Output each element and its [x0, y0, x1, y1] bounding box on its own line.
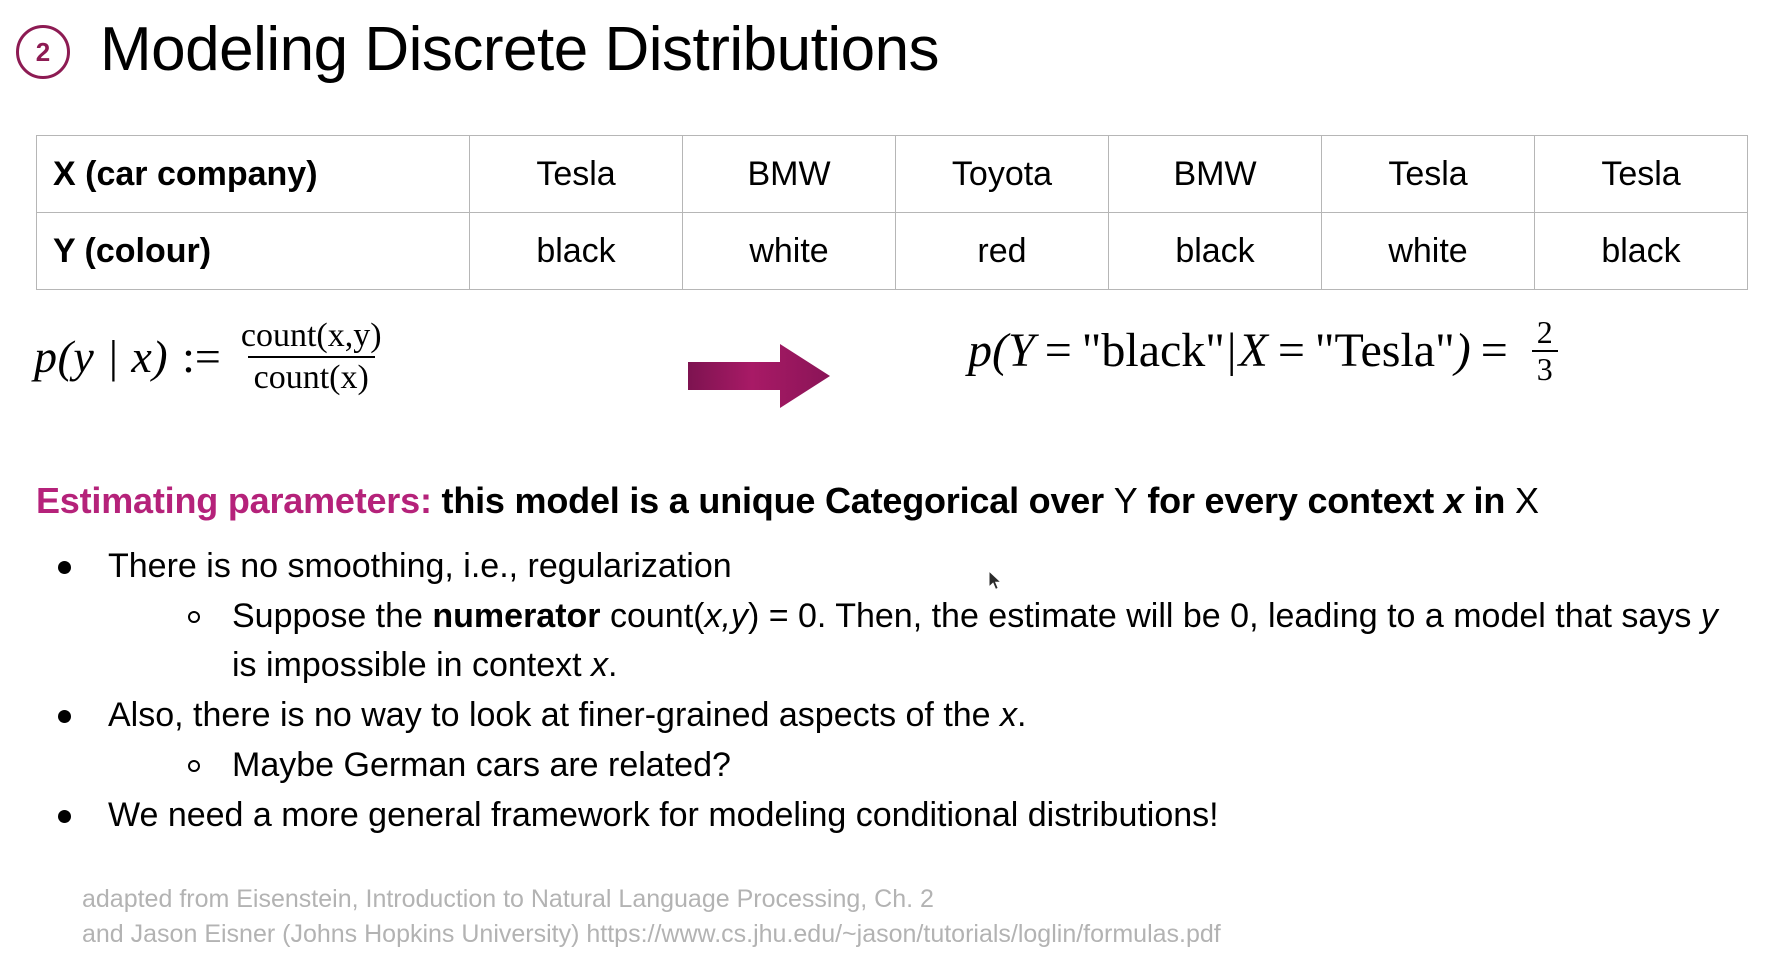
table-cell: white	[682, 212, 896, 290]
slide-number-badge: 2	[16, 25, 70, 79]
formula-value-y: "black"	[1081, 324, 1225, 378]
list-item: Suppose the numerator count(x,y) = 0. Th…	[36, 592, 1736, 689]
definition-formula: p(y | x) := count(x,y) count(x)	[34, 318, 388, 395]
attribution-line-1: adapted from Eisenstein, Introduction to…	[82, 885, 934, 913]
list-item-text: Maybe German cars are related?	[232, 746, 731, 784]
hollow-bullet-icon	[188, 611, 200, 624]
text-segment-italic: x	[1000, 695, 1018, 734]
list-item-text: Suppose the numerator count(x,y) = 0. Th…	[232, 597, 1718, 683]
list-item-text: Also, there is no way to look at finer-g…	[108, 696, 1027, 734]
text-segment-italic: x	[591, 645, 609, 684]
formula-row: p(y | x) := count(x,y) count(x) p(Y = "…	[0, 316, 1770, 438]
list-item: We need a more general framework for mod…	[36, 791, 1736, 839]
estimating-var-x-italic: x	[1443, 480, 1464, 521]
text-segment: There is no smoothing, i.e., regularizat…	[108, 547, 732, 585]
text-segment-italic: x,y	[704, 597, 748, 636]
instantiated-formula: p( Y = "black" | X = "Tesla" ) = 2 3	[968, 316, 1558, 385]
table-cell: Tesla	[1321, 135, 1535, 213]
count-fraction: count(x,y) count(x)	[235, 318, 388, 395]
attribution-footer: adapted from Eisenstein, Introduction to…	[82, 882, 1221, 951]
table-cell: black	[1534, 212, 1748, 290]
hollow-bullet-icon	[188, 760, 200, 773]
table-cell: red	[895, 212, 1109, 290]
result-fraction: 2 3	[1531, 314, 1558, 386]
list-item-text: We need a more general framework for mod…	[108, 796, 1219, 834]
estimating-part-1: this model is a unique Categorical over	[441, 480, 1105, 521]
text-segment: We need a more general framework for mod…	[108, 796, 1219, 835]
slide-header: 2 Modeling Discrete Distributions	[0, 0, 1770, 100]
bullet-list: There is no smoothing, i.e., regularizat…	[36, 542, 1736, 842]
text-segment: Also, there is no way to look at finer-g…	[108, 695, 1001, 734]
table-row: Y (colour) black white red black white b…	[36, 212, 1748, 290]
text-segment: is impossible in context	[232, 645, 592, 684]
table-cell: white	[1321, 212, 1535, 290]
table-cell: Tesla	[469, 135, 683, 213]
result-denominator: 3	[1531, 349, 1558, 386]
text-segment: Suppose the	[232, 597, 433, 636]
table-body: X (car company) Tesla BMW Toyota BMW Tes…	[36, 135, 1748, 290]
estimating-var-x: X	[1514, 480, 1539, 521]
slide-canvas: 2 Modeling Discrete Distributions X (car…	[0, 0, 1770, 958]
fraction-numerator: count(x,y)	[240, 317, 382, 354]
estimating-parameters-line: Estimating parameters: this model is a u…	[36, 480, 1539, 522]
row-header-y: Y (colour)	[36, 212, 470, 290]
text-segment: .	[608, 645, 618, 684]
formula-equals-1: =	[1044, 324, 1072, 378]
text-segment-bold: numerator	[432, 597, 601, 636]
table-cell: Tesla	[1534, 135, 1748, 213]
attribution-line-2: and Jason Eisner (Johns Hopkins Universi…	[82, 919, 1221, 948]
formula-value-x: "Tesla"	[1314, 324, 1455, 378]
formula-p: p(	[968, 324, 1008, 378]
estimating-part-2: for every context	[1147, 480, 1435, 521]
slide-number-text: 2	[35, 37, 51, 67]
text-segment: Maybe German cars are related?	[232, 746, 731, 785]
estimating-var-y: Y	[1113, 480, 1138, 521]
car-colour-table: X (car company) Tesla BMW Toyota BMW Tes…	[36, 135, 1748, 290]
formula-lhs: p(y | x)	[34, 331, 169, 383]
formula-var-x: X	[1238, 324, 1268, 378]
text-segment-italic: y	[1700, 597, 1718, 636]
list-item-text: There is no smoothing, i.e., regularizat…	[108, 547, 732, 585]
row-header-x: X (car company)	[36, 135, 470, 213]
table-cell: BMW	[682, 135, 896, 213]
filled-bullet-icon	[58, 709, 71, 723]
formula-equals-2: =	[1277, 324, 1305, 378]
filled-bullet-icon	[58, 561, 71, 574]
estimating-part-3: in	[1473, 480, 1506, 521]
formula-close-paren: )	[1454, 324, 1471, 378]
right-block-arrow-icon	[688, 344, 830, 408]
filled-bullet-icon	[58, 810, 71, 824]
table-cell: BMW	[1108, 135, 1322, 213]
list-item: There is no smoothing, i.e., regularizat…	[36, 542, 1736, 590]
page-title: Modeling Discrete Distributions	[100, 15, 940, 84]
fraction-denominator: count(x)	[247, 355, 375, 396]
table-row: X (car company) Tesla BMW Toyota BMW Tes…	[36, 135, 1748, 213]
list-item: Maybe German cars are related?	[36, 741, 1736, 789]
table-cell: black	[1108, 212, 1322, 290]
formula-equals-3: =	[1480, 324, 1508, 378]
text-segment: .	[1017, 695, 1027, 734]
formula-assign-operator: :=	[182, 331, 221, 383]
table-cell: black	[469, 212, 683, 290]
result-numerator: 2	[1536, 314, 1553, 350]
formula-conditional-bar: |	[1226, 324, 1237, 378]
text-segment: ) = 0. Then, the estimate will be 0, lea…	[747, 597, 1701, 636]
estimating-label: Estimating parameters:	[36, 480, 432, 521]
text-segment: count(	[600, 597, 705, 636]
list-item: Also, there is no way to look at finer-g…	[36, 691, 1736, 739]
formula-var-y: Y	[1007, 324, 1035, 378]
table-cell: Toyota	[895, 135, 1109, 213]
